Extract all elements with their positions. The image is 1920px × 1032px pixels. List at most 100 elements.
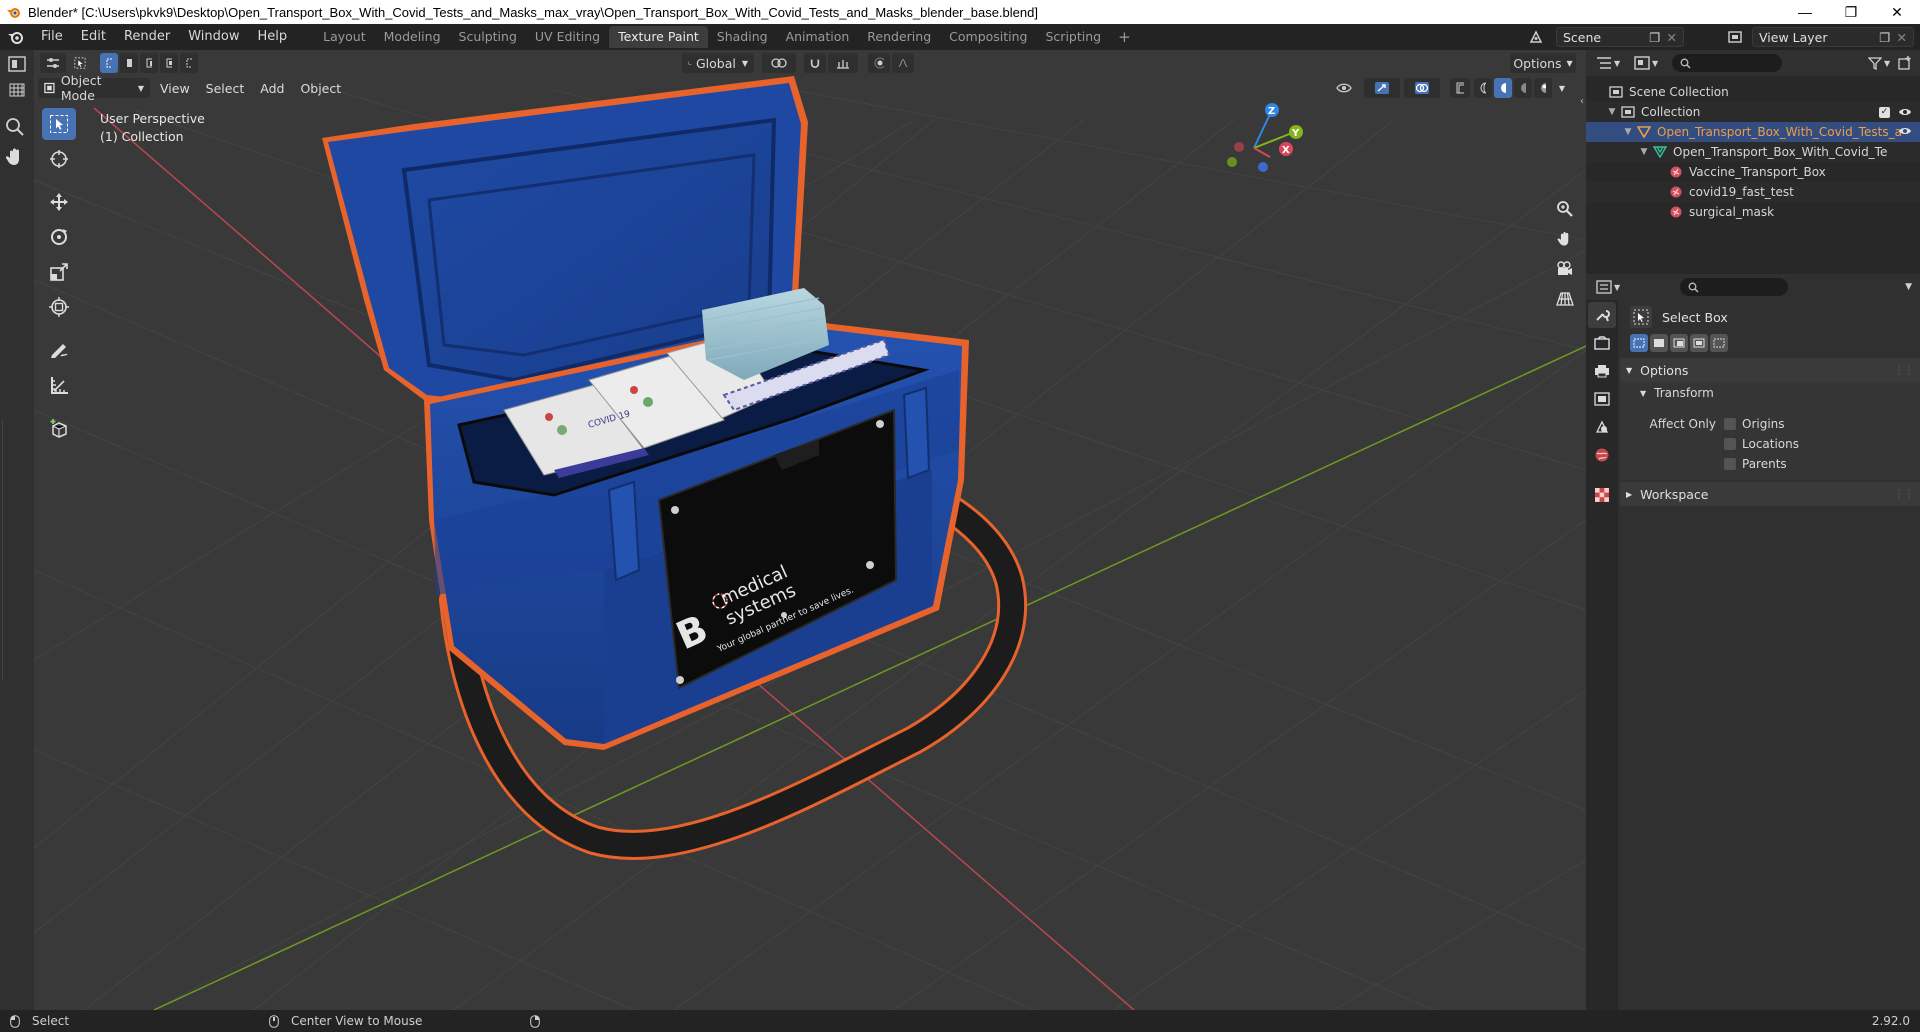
scene-new-icon[interactable]: ❐ (1649, 30, 1660, 45)
tool-move[interactable] (42, 186, 76, 218)
mode-extend-button[interactable] (1650, 334, 1668, 352)
properties-search-input[interactable] (1680, 278, 1788, 296)
exclude-checkbox-icon[interactable]: ✓ (1879, 106, 1890, 118)
workspace-panel-header[interactable]: ▶ Workspace ⋮⋮ (1620, 482, 1920, 506)
sidebar-toggle-arrow[interactable]: ‹ (1580, 96, 1584, 107)
snap-target-dropdown[interactable] (828, 53, 858, 73)
editor-type-icon[interactable] (8, 56, 26, 72)
gizmo-neg-y[interactable] (1258, 162, 1268, 172)
scene-type-icon[interactable] (1522, 28, 1550, 46)
proportional-editing-toggle[interactable] (868, 53, 890, 73)
tool-measure[interactable] (42, 369, 76, 401)
drag-handle-icon[interactable]: ⋮⋮ (1894, 365, 1914, 376)
select-mode-new-icon[interactable] (100, 53, 118, 73)
shading-material-button[interactable] (1514, 78, 1532, 98)
pan-view-button[interactable] (1552, 226, 1578, 252)
tool-select-box[interactable] (42, 108, 76, 140)
hand-pan-icon[interactable] (4, 146, 26, 168)
interaction-mode-dropdown[interactable]: Object Mode ▼ (38, 73, 150, 103)
expand-arrow-icon[interactable]: ▼ (1622, 127, 1634, 137)
tab-scene[interactable] (1588, 414, 1616, 440)
outliner-scene-collection[interactable]: Scene Collection (1586, 82, 1920, 102)
outliner-search-input[interactable] (1672, 54, 1782, 72)
options-panel-header[interactable]: ▼ Options ⋮⋮ (1620, 358, 1920, 382)
view-layer-new-icon[interactable]: ❐ (1879, 30, 1890, 45)
select-mode-intersect-icon[interactable] (180, 53, 198, 73)
tab-uv-editing[interactable]: UV Editing (526, 26, 609, 48)
drag-handle-icon[interactable]: ⋮⋮ (1894, 489, 1914, 500)
tab-layout[interactable]: Layout (314, 26, 375, 48)
maximize-button[interactable]: ❐ (1828, 0, 1874, 24)
tool-add-cube[interactable] (42, 412, 76, 444)
overlays-toggle[interactable] (1404, 78, 1440, 98)
tab-animation[interactable]: Animation (777, 26, 859, 48)
pivot-point-dropdown[interactable] (762, 53, 796, 73)
viewport-scene[interactable]: COVID 19 B medical systems Your global p… (34, 50, 1586, 1010)
navigation-gizmo[interactable]: Z Y X (1227, 103, 1303, 172)
eye-icon[interactable] (1898, 107, 1912, 117)
affect-origins-row[interactable]: Affect Only Origins (1620, 414, 1920, 434)
mode-invert-button[interactable] (1690, 334, 1708, 352)
locations-checkbox[interactable] (1724, 438, 1736, 450)
new-collection-icon[interactable] (1898, 56, 1920, 70)
mode-intersect-button[interactable] (1710, 334, 1728, 352)
outliner-material-test[interactable]: covid19_fast_test (1586, 182, 1920, 202)
menu-edit[interactable]: Edit (72, 24, 115, 50)
transform-subpanel-header[interactable]: ▼ Transform (1620, 382, 1920, 404)
tab-texture[interactable] (1588, 482, 1616, 508)
visibility-dropdown[interactable] (1330, 78, 1358, 98)
properties-editor-type-icon[interactable]: ▼ (1596, 280, 1624, 294)
tab-compositing[interactable]: Compositing (940, 26, 1036, 48)
eye-icon[interactable] (1898, 126, 1912, 136)
tool-scale[interactable] (42, 256, 76, 288)
zoom-tool-icon[interactable] (4, 116, 26, 138)
outliner-material-box[interactable]: Vaccine_Transport_Box (1586, 162, 1920, 182)
add-workspace-button[interactable]: + (1110, 26, 1139, 48)
transform-orientation-dropdown[interactable]: Global ▼ (682, 53, 754, 73)
tab-render[interactable] (1588, 330, 1616, 356)
tool-annotate[interactable] (42, 334, 76, 366)
menu-object[interactable]: Object (292, 81, 349, 96)
view-layer-icon[interactable] (1722, 28, 1748, 46)
display-mode-icon[interactable]: ▼ (1634, 54, 1664, 72)
view-layer-remove-icon[interactable]: ✕ (1897, 30, 1907, 45)
shading-wireframe-button[interactable] (1474, 78, 1492, 98)
minimize-button[interactable]: — (1782, 0, 1828, 24)
toggle-perspective-button[interactable] (1552, 286, 1578, 312)
gizmo-neg-x[interactable] (1234, 142, 1244, 152)
tab-scripting[interactable]: Scripting (1037, 26, 1111, 48)
tab-view-layer[interactable] (1588, 386, 1616, 412)
tab-sculpting[interactable]: Sculpting (450, 26, 526, 48)
tab-rendering[interactable]: Rendering (858, 26, 940, 48)
outliner-collection[interactable]: ▼ Collection ✓ (1586, 102, 1920, 122)
menu-add[interactable]: Add (252, 81, 292, 96)
select-mode-subtract-icon[interactable] (140, 53, 158, 73)
menu-help[interactable]: Help (249, 24, 297, 50)
menu-view[interactable]: View (152, 81, 198, 96)
outliner-editor-type-icon[interactable]: ▼ (1596, 54, 1624, 72)
select-mode-invert-icon[interactable] (160, 53, 178, 73)
expand-arrow-icon[interactable]: ▼ (1638, 147, 1650, 157)
shading-rendered-button[interactable] (1534, 78, 1552, 98)
scene-selector[interactable]: Scene ❐ ✕ (1556, 27, 1684, 47)
tab-world[interactable] (1588, 442, 1616, 468)
tab-modeling[interactable]: Modeling (375, 26, 450, 48)
tab-tool-settings[interactable] (1588, 302, 1616, 328)
3d-viewport[interactable]: COVID 19 B medical systems Your global p… (34, 50, 1586, 1010)
outliner-mesh-data[interactable]: ▼ Open_Transport_Box_With_Covid_Te (1586, 142, 1920, 162)
menu-select[interactable]: Select (198, 81, 253, 96)
mode-subtract-button[interactable] (1670, 334, 1688, 352)
expand-arrow-icon[interactable]: ▼ (1606, 107, 1618, 117)
paint-grid-icon[interactable] (8, 82, 26, 98)
properties-options-icon[interactable]: ▼ (1905, 282, 1912, 292)
select-mode-extend-icon[interactable] (120, 53, 138, 73)
tool-rotate[interactable] (42, 221, 76, 253)
tool-cursor[interactable] (42, 143, 76, 175)
options-dropdown[interactable]: Options ▼ (1510, 53, 1576, 73)
origins-checkbox[interactable] (1724, 418, 1736, 430)
blender-menu-icon[interactable] (0, 24, 32, 50)
menu-file[interactable]: File (32, 24, 72, 50)
gizmo-toggle[interactable] (1364, 78, 1400, 98)
scene-remove-icon[interactable]: ✕ (1667, 30, 1677, 45)
outliner-material-mask[interactable]: surgical_mask (1586, 202, 1920, 222)
